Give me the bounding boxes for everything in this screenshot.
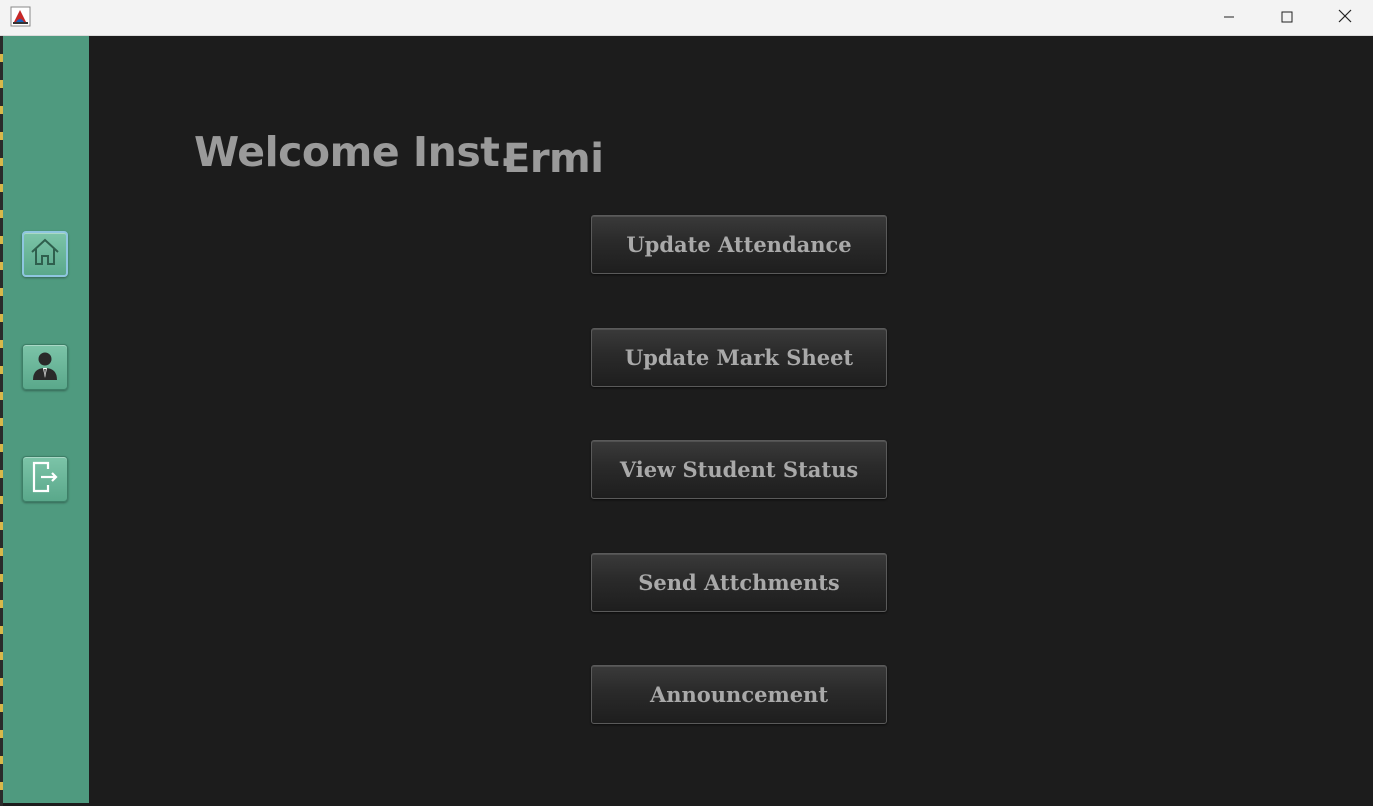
update-attendance-button[interactable]: Update Attendance: [591, 215, 887, 274]
send-attachments-button[interactable]: Send Attchments: [591, 553, 887, 612]
minimize-icon: [1223, 8, 1235, 27]
app-window: Welcome Inst. Ermi Update Attendance Upd…: [0, 0, 1373, 806]
java-app-icon: [10, 6, 31, 27]
maximize-button[interactable]: [1258, 0, 1316, 35]
announcement-button[interactable]: Announcement: [591, 665, 887, 724]
home-icon: [28, 235, 62, 273]
sidebar-home-button[interactable]: [22, 231, 68, 277]
close-button[interactable]: [1316, 0, 1373, 35]
user-profile-icon: [29, 348, 61, 386]
title-bar: [0, 0, 1373, 36]
close-icon: [1338, 8, 1352, 27]
logout-icon: [28, 459, 62, 499]
welcome-heading: Welcome Inst.: [194, 128, 515, 176]
update-mark-sheet-button[interactable]: Update Mark Sheet: [591, 328, 887, 387]
maximize-icon: [1281, 8, 1293, 27]
sidebar: [3, 36, 89, 803]
view-student-status-button[interactable]: View Student Status: [591, 440, 887, 499]
sidebar-logout-button[interactable]: [22, 456, 68, 502]
username-label: Ermi: [503, 136, 604, 182]
sidebar-profile-button[interactable]: [22, 344, 68, 390]
minimize-button[interactable]: [1200, 0, 1258, 35]
